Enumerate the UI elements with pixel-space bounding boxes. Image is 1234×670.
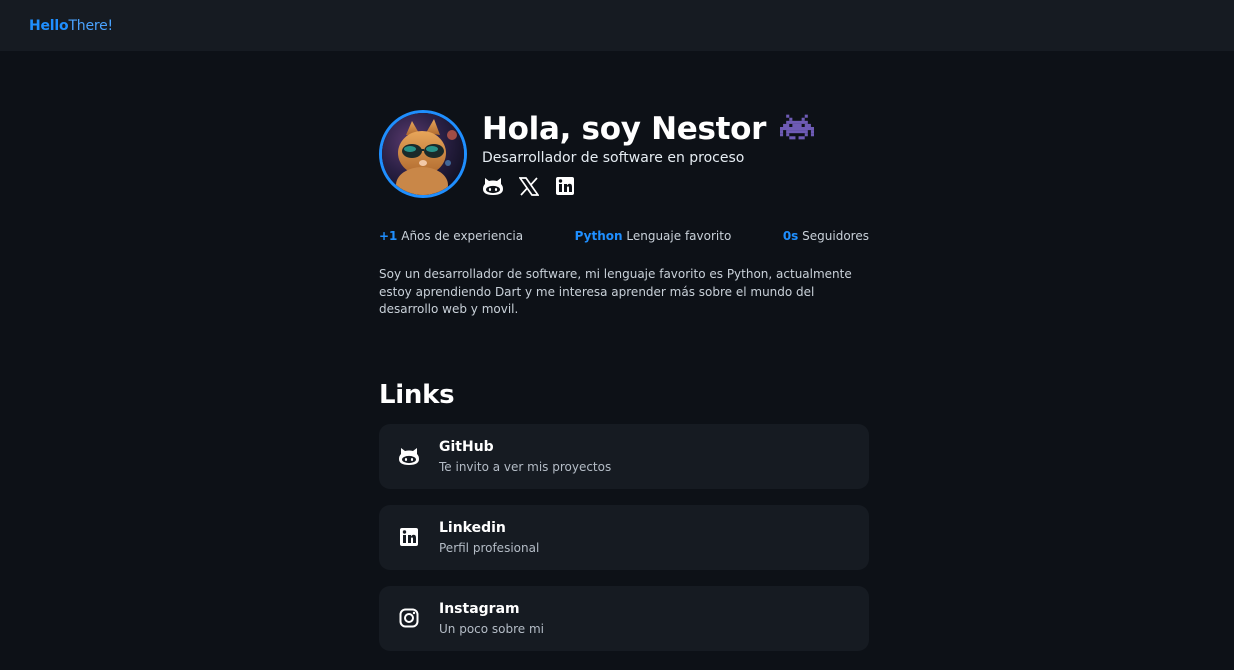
brand-part-hello: Hello bbox=[29, 17, 69, 34]
stats-bar: +1 Años de experiencia Python Lenguaje f… bbox=[379, 229, 869, 243]
stat-label: Seguidores bbox=[802, 229, 869, 243]
x-icon[interactable] bbox=[518, 175, 540, 197]
brand-logo-link[interactable]: HelloThere! bbox=[29, 18, 113, 34]
link-name: Instagram bbox=[439, 600, 520, 617]
link-card-instagram[interactable]: Instagram Un poco sobre mi bbox=[379, 585, 869, 651]
avatar bbox=[379, 110, 467, 198]
profile-header: Hola, soy Nestor Desarrollador de softwa… bbox=[379, 110, 869, 198]
stat-experience: +1 Años de experiencia bbox=[379, 229, 523, 243]
linkedin-icon bbox=[398, 526, 420, 548]
github-icon bbox=[398, 445, 420, 467]
link-card-linkedin[interactable]: Linkedin Perfil profesional bbox=[379, 504, 869, 570]
about-text: Soy un desarrollador de software, mi len… bbox=[379, 267, 852, 316]
instagram-icon bbox=[398, 607, 420, 629]
stat-value: 0s bbox=[782, 229, 799, 243]
stat-label: Años de experiencia bbox=[401, 229, 524, 243]
stat-label: Lenguaje favorito bbox=[626, 229, 732, 243]
navbar: HelloThere! bbox=[0, 0, 1234, 51]
links-heading: Links bbox=[379, 379, 455, 410]
main-content: Hola, soy Nestor Desarrollador de softwa… bbox=[379, 110, 869, 651]
brand-part-there: There! bbox=[68, 17, 113, 34]
stat-value: Python bbox=[574, 229, 623, 243]
link-description: Perfil profesional bbox=[439, 540, 540, 555]
page-title: Hola, soy Nestor bbox=[482, 111, 767, 147]
linkedin-icon[interactable] bbox=[554, 175, 576, 197]
stat-favorite-language: Python Lenguaje favorito bbox=[575, 229, 732, 243]
link-description: Te invito a ver mis proyectos bbox=[439, 459, 612, 474]
social-links bbox=[482, 175, 814, 197]
link-name: Linkedin bbox=[439, 519, 506, 536]
page-subtitle: Desarrollador de software en proceso bbox=[482, 150, 745, 166]
link-description: Un poco sobre mi bbox=[439, 621, 545, 636]
space-invader-icon bbox=[780, 113, 815, 145]
stat-value: +1 bbox=[379, 229, 398, 243]
stat-followers: 0s Seguidores bbox=[783, 229, 869, 243]
link-card-github[interactable]: GitHub Te invito a ver mis proyectos bbox=[379, 423, 869, 489]
link-name: GitHub bbox=[439, 438, 494, 455]
github-icon[interactable] bbox=[482, 175, 504, 197]
links-list: GitHub Te invito a ver mis proyectos Lin… bbox=[379, 423, 869, 651]
